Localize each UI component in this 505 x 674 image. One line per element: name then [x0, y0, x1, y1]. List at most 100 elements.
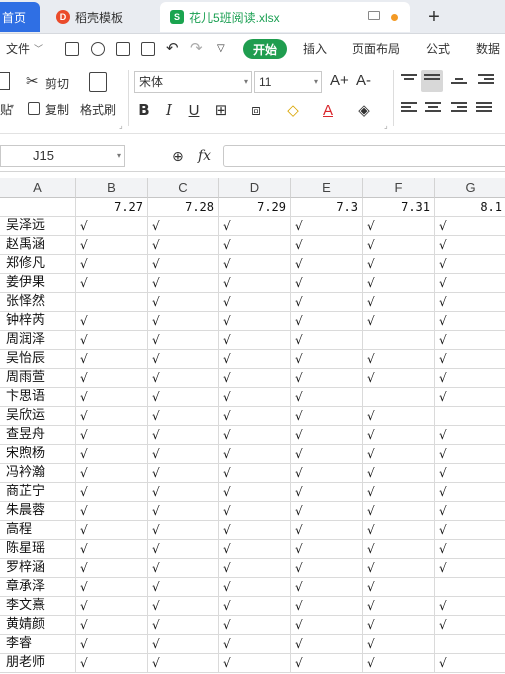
student-name-cell[interactable]: 姜伊果: [0, 274, 76, 293]
checkmark-cell[interactable]: √: [76, 559, 148, 578]
checkmark-cell[interactable]: √: [76, 255, 148, 274]
student-name-cell[interactable]: 周雨萱: [0, 369, 76, 388]
checkmark-cell[interactable]: √: [148, 407, 219, 426]
checkmark-cell[interactable]: √: [76, 331, 148, 350]
checkmark-cell[interactable]: √: [219, 369, 291, 388]
checkmark-cell[interactable]: √: [435, 293, 505, 312]
font-color-button[interactable]: A: [318, 100, 338, 120]
checkmark-cell[interactable]: √: [291, 331, 363, 350]
header-cell[interactable]: [0, 198, 76, 217]
student-name-cell[interactable]: 朱晨蓉: [0, 502, 76, 521]
checkmark-cell[interactable]: √: [219, 559, 291, 578]
student-name-cell[interactable]: 李文熹: [0, 597, 76, 616]
checkmark-cell[interactable]: √: [435, 502, 505, 521]
column-header-a[interactable]: A: [0, 178, 76, 198]
checkmark-cell[interactable]: √: [76, 597, 148, 616]
student-name-cell[interactable]: 郑修凡: [0, 255, 76, 274]
checkmark-cell[interactable]: √: [291, 616, 363, 635]
checkmark-cell[interactable]: √: [363, 217, 435, 236]
checkmark-cell[interactable]: √: [363, 255, 435, 274]
checkmark-cell[interactable]: √: [148, 464, 219, 483]
column-header-d[interactable]: D: [219, 178, 291, 198]
checkmark-cell[interactable]: √: [76, 654, 148, 673]
checkmark-cell[interactable]: √: [291, 350, 363, 369]
checkmark-cell[interactable]: √: [148, 445, 219, 464]
checkmark-cell[interactable]: √: [76, 616, 148, 635]
student-name-cell[interactable]: 高程: [0, 521, 76, 540]
tab-file[interactable]: S 花儿5班阅读.xlsx: [160, 2, 410, 32]
checkmark-cell[interactable]: [363, 331, 435, 350]
checkmark-cell[interactable]: √: [291, 255, 363, 274]
date-header-cell[interactable]: 7.3: [291, 198, 363, 217]
checkmark-cell[interactable]: √: [76, 540, 148, 559]
checkmark-cell[interactable]: √: [363, 483, 435, 502]
align-left-icon[interactable]: [401, 102, 417, 116]
checkmark-cell[interactable]: √: [363, 369, 435, 388]
checkmark-cell[interactable]: √: [291, 445, 363, 464]
checkmark-cell[interactable]: √: [363, 635, 435, 654]
checkmark-cell[interactable]: √: [363, 312, 435, 331]
checkmark-cell[interactable]: √: [363, 654, 435, 673]
checkmark-cell[interactable]: √: [76, 464, 148, 483]
date-header-cell[interactable]: 8.1: [435, 198, 505, 217]
font-expand-icon[interactable]: ⌟: [384, 121, 388, 130]
checkmark-cell[interactable]: √: [363, 426, 435, 445]
student-name-cell[interactable]: 冯衿瀚: [0, 464, 76, 483]
font-size-select[interactable]: 11 ▾: [254, 71, 322, 93]
tab-template[interactable]: D 稻壳模板: [46, 2, 156, 32]
checkmark-cell[interactable]: √: [363, 616, 435, 635]
checkmark-cell[interactable]: √: [148, 274, 219, 293]
checkmark-cell[interactable]: √: [291, 312, 363, 331]
name-box[interactable]: J15 ▾: [0, 145, 125, 167]
checkmark-cell[interactable]: √: [219, 597, 291, 616]
tab-home[interactable]: 首页: [0, 2, 40, 32]
checkmark-cell[interactable]: √: [435, 559, 505, 578]
checkmark-cell[interactable]: √: [435, 236, 505, 255]
checkmark-cell[interactable]: [76, 293, 148, 312]
checkmark-cell[interactable]: √: [435, 597, 505, 616]
checkmark-cell[interactable]: √: [363, 559, 435, 578]
spreadsheet-grid[interactable]: A B C D E F G 7.27 7.28 7.29 7.3 7.31 8.1 吴泽远 √ √ √ √ √ √ 赵禹…: [0, 178, 505, 674]
formula-input[interactable]: [223, 145, 505, 167]
border-icon[interactable]: ⊞: [211, 100, 231, 120]
date-header-cell[interactable]: 7.27: [76, 198, 148, 217]
checkmark-cell[interactable]: √: [291, 635, 363, 654]
checkmark-cell[interactable]: √: [76, 426, 148, 445]
checkmark-cell[interactable]: √: [363, 407, 435, 426]
checkmark-cell[interactable]: √: [363, 236, 435, 255]
checkmark-cell[interactable]: √: [435, 426, 505, 445]
checkmark-cell[interactable]: √: [435, 521, 505, 540]
checkmark-cell[interactable]: √: [219, 255, 291, 274]
checkmark-cell[interactable]: √: [291, 559, 363, 578]
checkmark-cell[interactable]: √: [363, 274, 435, 293]
checkmark-cell[interactable]: √: [148, 255, 219, 274]
checkmark-cell[interactable]: √: [219, 578, 291, 597]
checkmark-cell[interactable]: √: [148, 426, 219, 445]
student-name-cell[interactable]: 周润泽: [0, 331, 76, 350]
checkmark-cell[interactable]: √: [76, 369, 148, 388]
checkmark-cell[interactable]: √: [219, 635, 291, 654]
checkmark-cell[interactable]: √: [219, 293, 291, 312]
tab-page-layout[interactable]: 页面布局: [352, 34, 400, 64]
checkmark-cell[interactable]: √: [363, 502, 435, 521]
checkmark-cell[interactable]: √: [363, 521, 435, 540]
checkmark-cell[interactable]: √: [76, 635, 148, 654]
column-header-b[interactable]: B: [76, 178, 148, 198]
checkmark-cell[interactable]: √: [219, 407, 291, 426]
checkmark-cell[interactable]: √: [435, 369, 505, 388]
checkmark-cell[interactable]: √: [76, 502, 148, 521]
checkmark-cell[interactable]: √: [219, 616, 291, 635]
student-name-cell[interactable]: 查昱舟: [0, 426, 76, 445]
eraser-icon[interactable]: ◈: [354, 100, 374, 120]
checkmark-cell[interactable]: √: [219, 540, 291, 559]
shrink-font-button[interactable]: A-: [356, 72, 371, 89]
italic-button[interactable]: I: [159, 100, 179, 120]
monitor-icon[interactable]: [368, 11, 380, 20]
checkmark-cell[interactable]: √: [148, 388, 219, 407]
checkmark-cell[interactable]: √: [435, 331, 505, 350]
checkmark-cell[interactable]: √: [435, 350, 505, 369]
checkmark-cell[interactable]: √: [363, 578, 435, 597]
clipboard-expand-icon[interactable]: ⌟: [119, 121, 123, 130]
zoom-search-icon[interactable]: ⊕: [172, 148, 184, 165]
student-name-cell[interactable]: 陈星瑶: [0, 540, 76, 559]
